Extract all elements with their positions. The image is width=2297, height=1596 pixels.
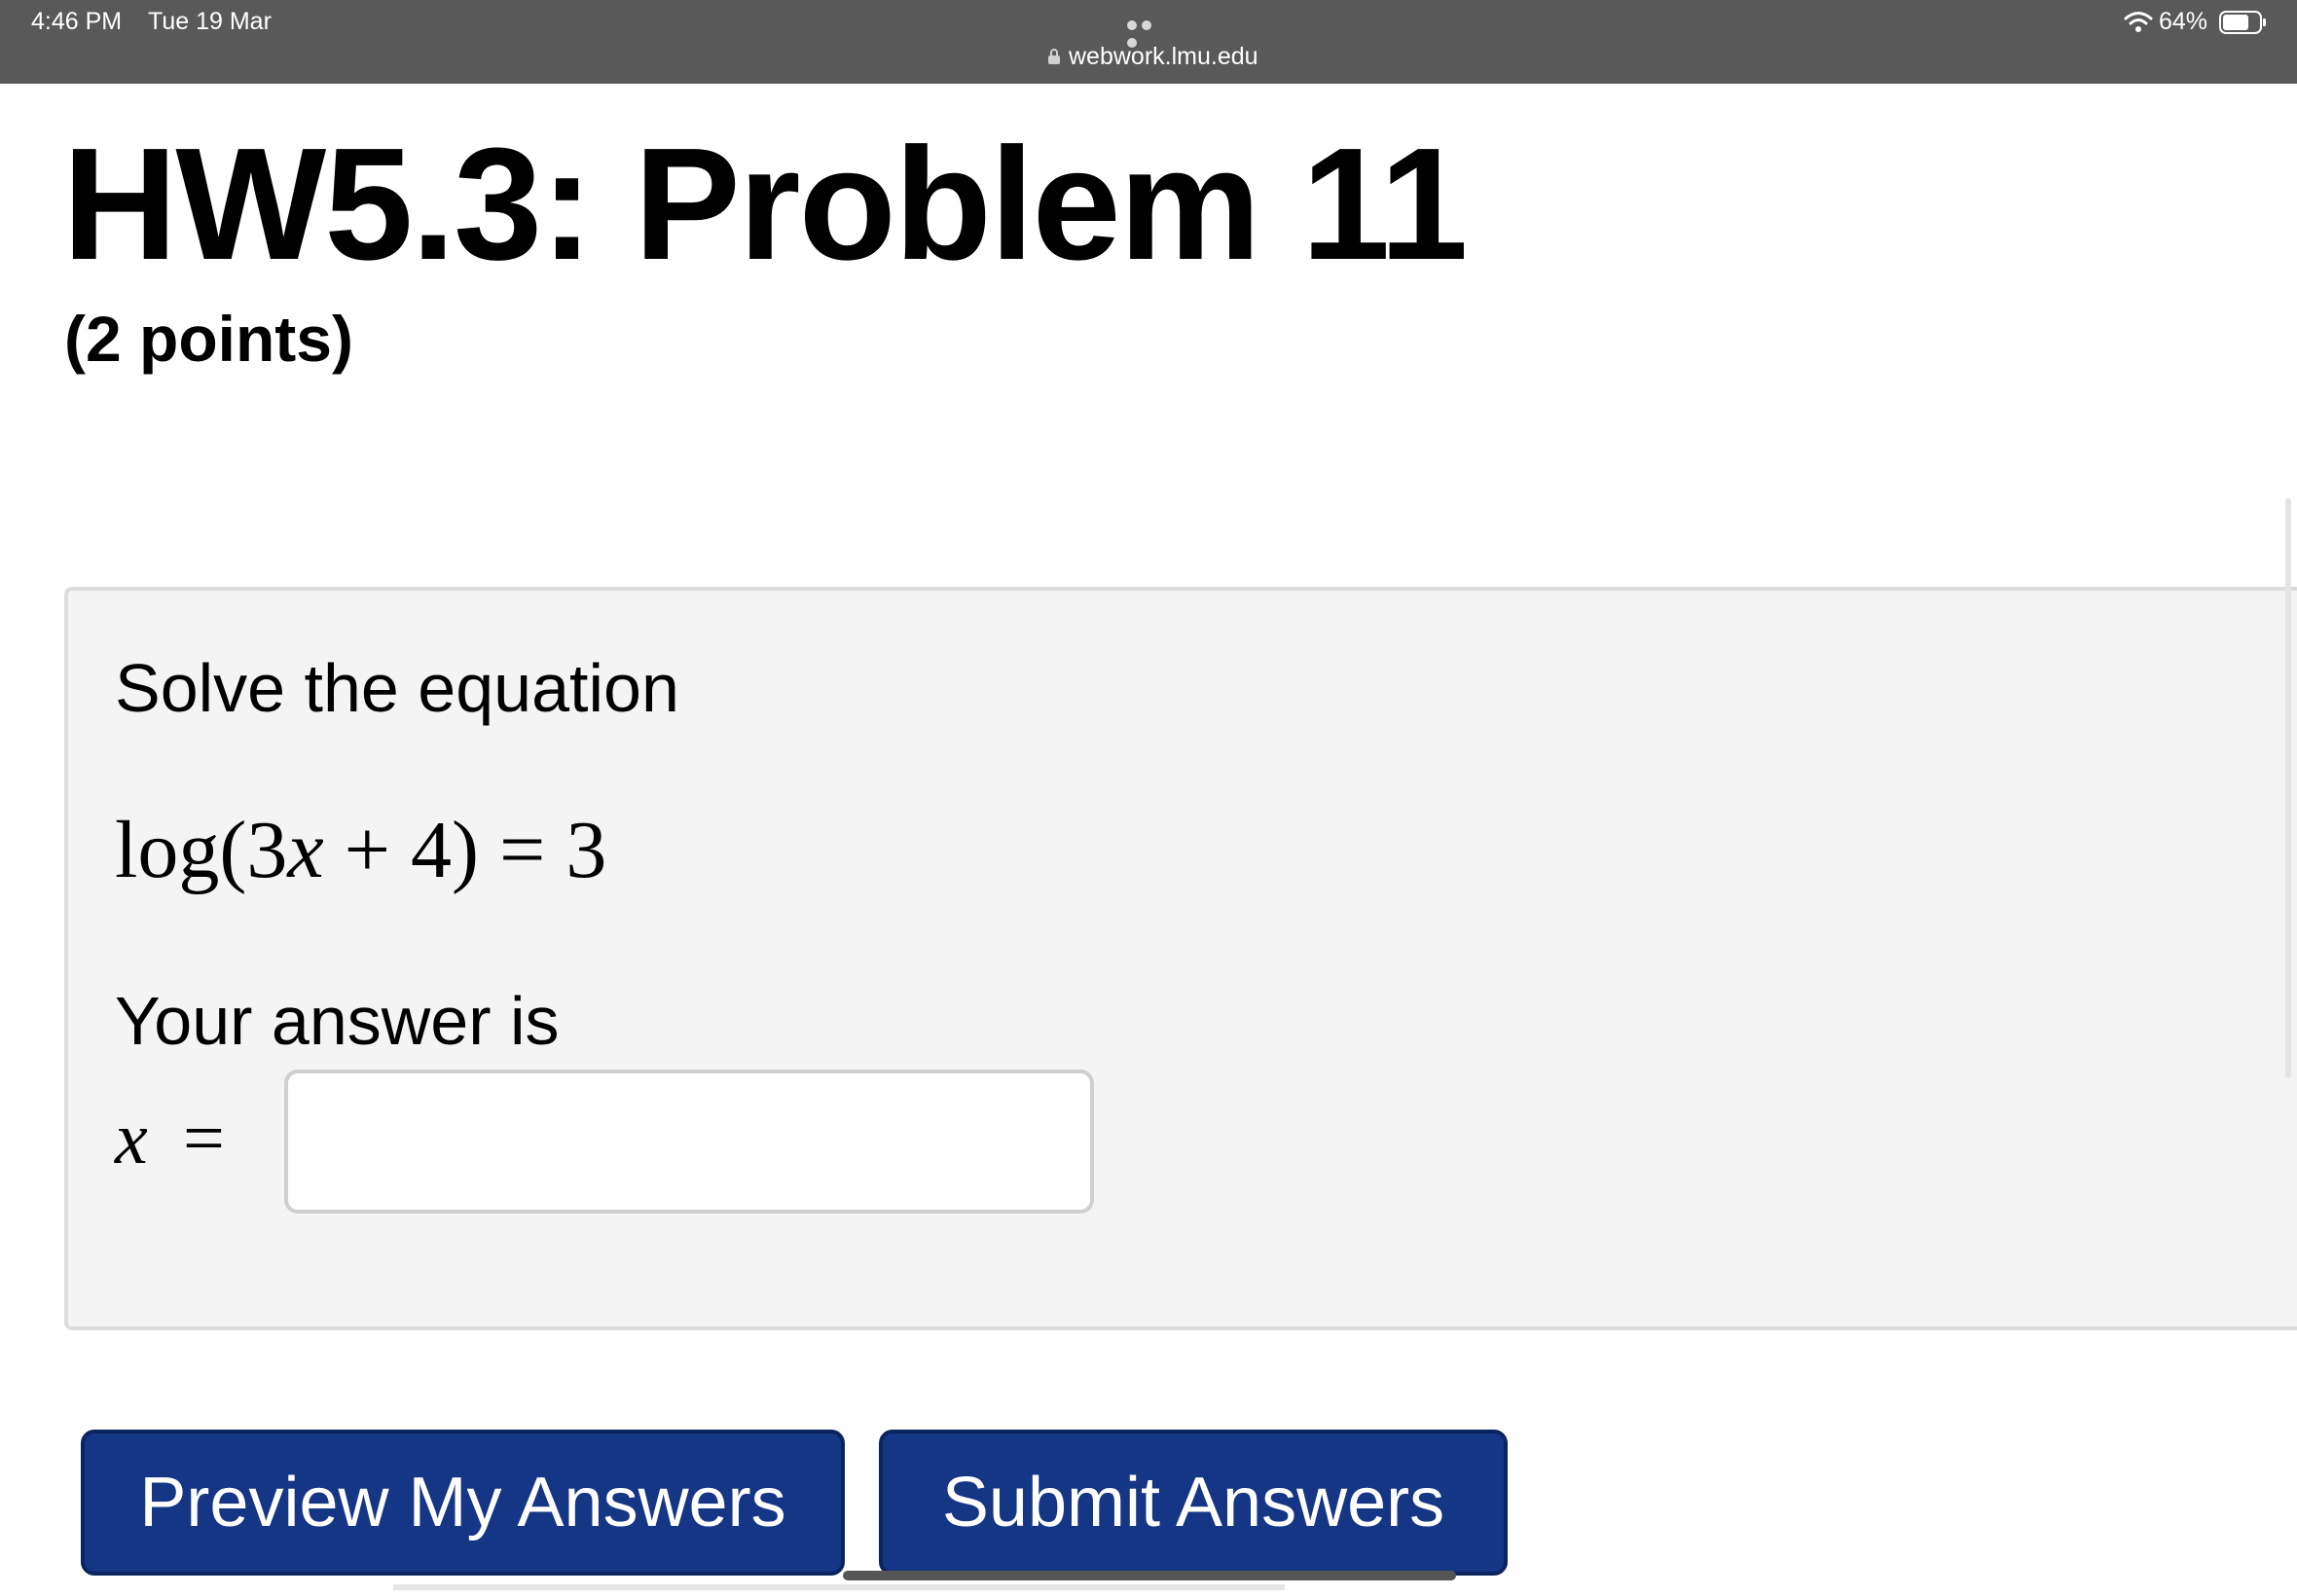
url-text: webwork.lmu.edu bbox=[1069, 42, 1258, 70]
points-label: (2 points) bbox=[64, 303, 353, 375]
submit-answers-button[interactable]: Submit Answers bbox=[879, 1430, 1508, 1576]
wifi-icon bbox=[2124, 12, 2153, 32]
answer-variable: x bbox=[115, 1098, 148, 1179]
equation-const: 4 bbox=[411, 805, 452, 895]
status-time: 4:46 PM bbox=[31, 8, 123, 35]
page-title: HW5.3: Problem 11 bbox=[62, 115, 1468, 293]
preview-answers-button[interactable]: Preview My Answers bbox=[81, 1430, 845, 1576]
problem-box: Solve the equation log(3x + 4) = 3 Your … bbox=[64, 587, 2297, 1330]
browser-top-bar: 4:46 PM Tue 19 Mar webwork.lmu.edu 64% bbox=[0, 0, 2297, 84]
equation-var: x bbox=[287, 805, 324, 895]
battery-icon bbox=[2219, 11, 2266, 34]
equation-rhs: 3 bbox=[565, 805, 607, 895]
equation-equals: = bbox=[478, 805, 566, 895]
equation: log(3x + 4) = 3 bbox=[115, 803, 606, 897]
equation-open-paren: ( bbox=[219, 805, 247, 895]
problem-prompt: Solve the equation bbox=[115, 650, 679, 726]
lock-icon bbox=[1048, 49, 1060, 64]
equation-close-paren: ) bbox=[452, 805, 479, 895]
home-indicator[interactable] bbox=[843, 1571, 1456, 1580]
address-bar[interactable]: webwork.lmu.edu bbox=[1047, 41, 1258, 72]
scrollbar[interactable] bbox=[2285, 498, 2291, 1078]
equation-plus: + bbox=[323, 805, 411, 895]
answer-input[interactable] bbox=[284, 1070, 1094, 1214]
status-date: Tue 19 Mar bbox=[148, 8, 272, 35]
equation-func: log bbox=[115, 805, 220, 895]
answer-equals-sign: = bbox=[183, 1098, 225, 1179]
bottom-edge-divider bbox=[393, 1584, 1285, 1590]
answer-label: Your answer is bbox=[115, 983, 560, 1059]
battery-percentage: 64% bbox=[2159, 8, 2208, 35]
equation-coef: 3 bbox=[246, 805, 288, 895]
more-options-icon[interactable] bbox=[1127, 18, 1170, 48]
